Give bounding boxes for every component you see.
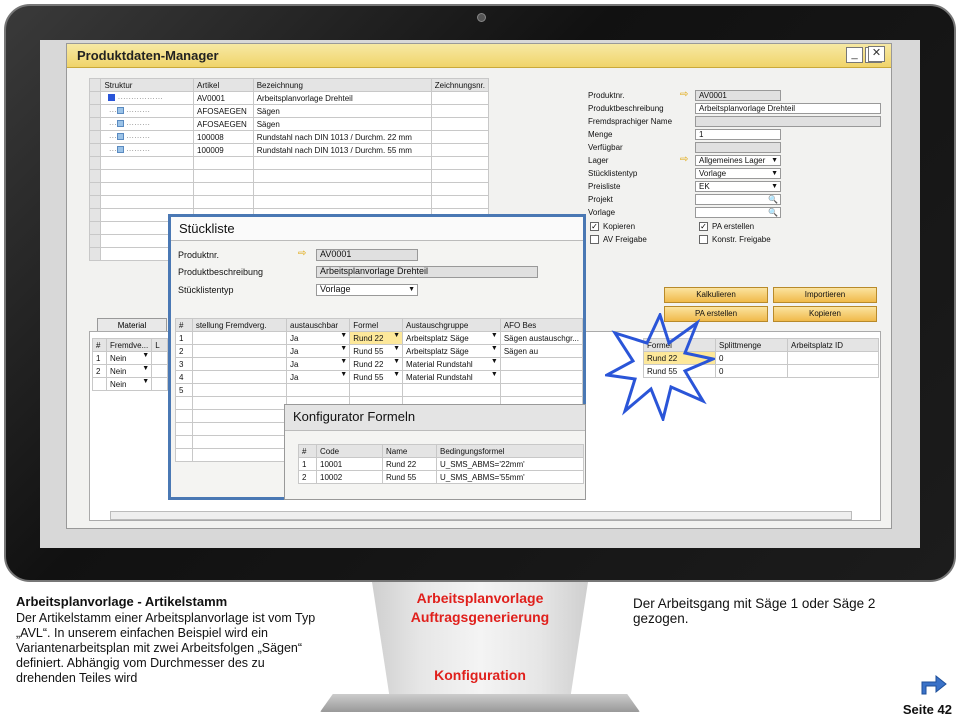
col-zeichnungsnr[interactable]: Zeichnungsnr. bbox=[430, 78, 490, 92]
kopieren-checkbox[interactable]: ✓ bbox=[590, 222, 599, 231]
verfuegbar-field bbox=[695, 142, 781, 153]
left-heading: Arbeitsplanvorlage - Artikelstamm bbox=[16, 594, 228, 609]
starburst-icon bbox=[605, 313, 715, 421]
pa-erstellen-checkbox-label: PA erstellen bbox=[712, 222, 755, 231]
table-row[interactable]: 2JaRund 55Arbeitsplatz SägeSägen au bbox=[175, 344, 584, 358]
window-title: Produktdaten-Manager bbox=[67, 44, 891, 68]
table-row[interactable]: 1 Nein bbox=[92, 351, 168, 365]
av-freigabe-checkbox[interactable] bbox=[590, 235, 599, 244]
link-arrow-icon[interactable]: ⇨ bbox=[680, 90, 688, 100]
table-row[interactable]: ··· ········· AFOSAEGEN Sägen bbox=[88, 104, 490, 118]
stuecklistentyp-label: Stücklistentyp bbox=[588, 169, 638, 178]
tab-material[interactable]: Material bbox=[97, 318, 167, 332]
table-row[interactable]: 1 10001 Rund 22 U_SMS_ABMS='22mm' bbox=[298, 457, 584, 471]
fremdsprachiger-name-field[interactable] bbox=[695, 116, 881, 127]
kalkulieren-button[interactable]: Kalkulieren bbox=[664, 287, 768, 303]
stueckliste-title: Stückliste bbox=[171, 217, 583, 241]
menge-field[interactable]: 1 bbox=[695, 129, 781, 140]
page-number: Seite 42 bbox=[902, 702, 952, 717]
produktnr-label: Produktnr. bbox=[588, 91, 625, 100]
col-struktur[interactable]: Struktur bbox=[100, 78, 195, 92]
stuecklistentyp-select[interactable]: Vorlage bbox=[695, 168, 781, 179]
minimize-icon[interactable]: _ bbox=[846, 47, 863, 63]
lager-label: Lager bbox=[588, 156, 609, 165]
vorlage-label: Vorlage bbox=[588, 208, 616, 217]
table-row[interactable]: ················· AV0001 Arbeitsplanvorlag… bbox=[88, 91, 490, 105]
stk-produktnr-field[interactable]: AV0001 bbox=[316, 249, 418, 261]
table-row[interactable]: ··· ········· AFOSAEGEN Sägen bbox=[88, 117, 490, 131]
konfigurator-grid: # Code Name Bedingungsformel 1 10001 Rund … bbox=[298, 444, 584, 484]
table-row[interactable]: ··· ········· 100008 Rundstahl nach DIN 10… bbox=[88, 130, 490, 144]
stk-beschreibung-field[interactable]: Arbeitsplanvorlage Drehteil bbox=[316, 266, 538, 278]
projekt-field[interactable]: 🔍 bbox=[695, 194, 781, 205]
preisliste-select[interactable]: EK bbox=[695, 181, 781, 192]
return-arrow-icon[interactable] bbox=[918, 670, 948, 696]
menge-label: Menge bbox=[588, 130, 613, 139]
table-row[interactable]: 2 10002 Rund 55 U_SMS_ABMS='55mm' bbox=[298, 470, 584, 484]
projekt-label: Projekt bbox=[588, 195, 613, 204]
vorlage-field[interactable]: 🔍 bbox=[695, 207, 781, 218]
lower-grid: #Fremdve...L 1Nein 2Nein Nein bbox=[92, 338, 168, 391]
produktnr-field[interactable]: AV0001 bbox=[695, 90, 781, 101]
stk-typ-select[interactable]: Vorlage bbox=[316, 284, 418, 296]
center-link-konfiguration[interactable]: Konfiguration bbox=[372, 668, 588, 683]
stk-typ-label: Stücklistentyp bbox=[178, 285, 234, 295]
fremdsprachiger-name-label: Fremdsprachiger Name bbox=[588, 117, 673, 126]
tree-node-icon bbox=[116, 145, 124, 153]
av-freigabe-label: AV Freigabe bbox=[603, 235, 647, 244]
table-row[interactable]: 1JaRund 22Arbeitsplatz SägeSägen austaus… bbox=[175, 331, 584, 345]
konstr-freigabe-checkbox[interactable] bbox=[699, 235, 708, 244]
center-link-auftragsgenerierung[interactable]: Auftragsgenerierung bbox=[372, 610, 588, 625]
stk-produktnr-label: Produktnr. bbox=[178, 250, 220, 260]
col-bezeichnung[interactable]: Bezeichnung bbox=[252, 78, 432, 92]
importieren-button[interactable]: Importieren bbox=[773, 287, 877, 303]
monitor-stand-base bbox=[320, 694, 640, 712]
right-body: Der Arbeitsgang mit Säge 1 oder Säge 2 g… bbox=[633, 596, 876, 626]
left-body: Der Artikelstamm einer Arbeitsplanvorlag… bbox=[16, 611, 316, 685]
search-icon[interactable]: 🔍 bbox=[768, 208, 778, 217]
konfigurator-title: Konfigurator Formeln bbox=[285, 405, 585, 431]
horizontal-scrollbar[interactable] bbox=[110, 511, 852, 520]
table-row[interactable]: Nein bbox=[92, 377, 168, 391]
stk-beschreibung-label: Produktbeschreibung bbox=[178, 267, 264, 277]
konstr-freigabe-label: Konstr. Freigabe bbox=[712, 235, 771, 244]
table-row[interactable]: 2 Nein bbox=[92, 364, 168, 378]
col-artikel[interactable]: Artikel bbox=[193, 78, 254, 92]
lager-select[interactable]: Allgemeines Lager bbox=[695, 155, 781, 166]
table-row[interactable]: ··· ········· 100009 Rundstahl nach DIN 10… bbox=[88, 143, 490, 157]
pa-erstellen-checkbox[interactable]: ✓ bbox=[699, 222, 708, 231]
produktbeschreibung-field[interactable]: Arbeitsplanvorlage Drehteil bbox=[695, 103, 881, 114]
camera-icon bbox=[477, 13, 486, 22]
table-row[interactable]: 3JaRund 22Material Rundstahl bbox=[175, 357, 584, 371]
produktbeschreibung-label: Produktbeschreibung bbox=[588, 104, 664, 113]
center-link-arbeitsplanvorlage[interactable]: Arbeitsplanvorlage bbox=[372, 591, 588, 606]
close-icon[interactable]: ✕ bbox=[868, 46, 885, 62]
tree-node-icon bbox=[116, 132, 124, 140]
table-row[interactable]: 4JaRund 55Material Rundstahl bbox=[175, 370, 584, 384]
tree-node-icon bbox=[116, 106, 124, 114]
link-arrow-icon[interactable]: ⇨ bbox=[680, 155, 688, 165]
search-icon[interactable]: 🔍 bbox=[768, 195, 778, 204]
link-arrow-icon[interactable]: ⇨ bbox=[298, 249, 306, 259]
verfuegbar-label: Verfügbar bbox=[588, 143, 623, 152]
kopieren-button[interactable]: Kopieren bbox=[773, 306, 877, 322]
tree-node-icon bbox=[116, 119, 124, 127]
preisliste-label: Preisliste bbox=[588, 182, 621, 191]
table-row[interactable]: 5 bbox=[175, 383, 584, 397]
kopieren-checkbox-label: Kopieren bbox=[603, 222, 636, 231]
